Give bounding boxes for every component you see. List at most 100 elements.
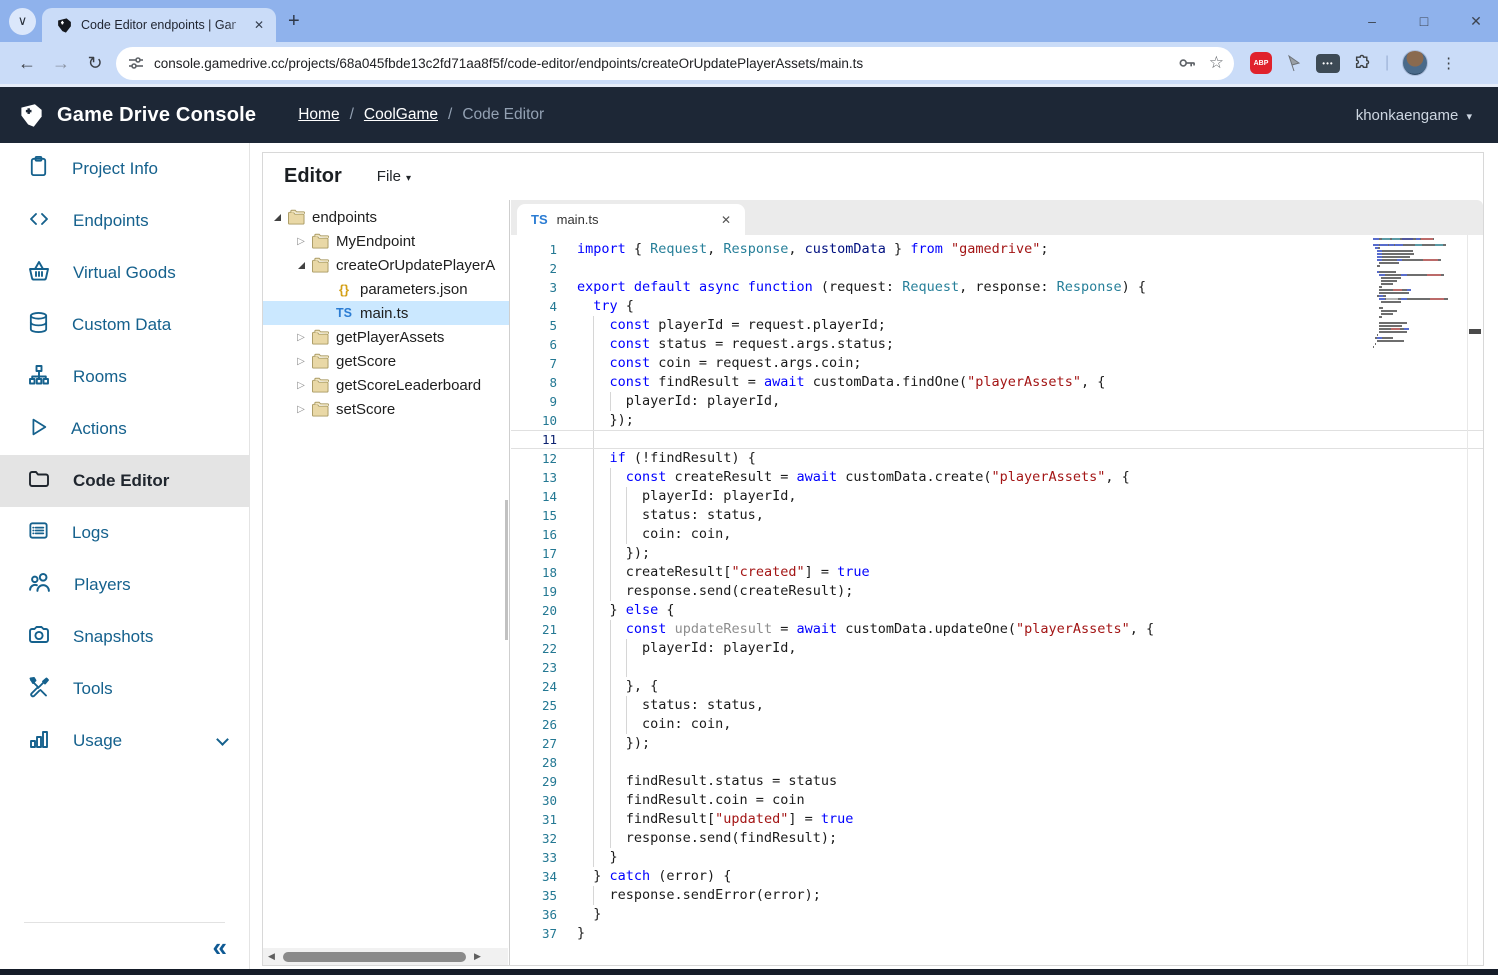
code-line-27[interactable]: 27 }); [511,734,1483,753]
sidebar-item-project-info[interactable]: Project Info [0,143,249,195]
code-line-19[interactable]: 19 response.send(createResult); [511,582,1483,601]
code-line-37[interactable]: 37} [511,924,1483,943]
sidebar-item-endpoints[interactable]: Endpoints [0,195,249,247]
url-text[interactable]: console.gamedrive.cc/projects/68a045fbde… [154,56,1165,71]
tree-horizontal-scrollbar[interactable]: ◀ ▶ [263,948,508,965]
code-line-9[interactable]: 9 playerId: playerId, [511,392,1483,411]
window-maximize-button[interactable]: □ [1402,0,1446,42]
address-bar[interactable]: console.gamedrive.cc/projects/68a045fbde… [116,47,1234,80]
code-line-34[interactable]: 34 } catch (error) { [511,867,1483,886]
code-line-28[interactable]: 28 [511,753,1483,772]
sidebar-collapse-icon[interactable]: « [213,932,227,963]
editor-tab-maints[interactable]: TS main.ts ✕ [517,204,745,235]
code-line-22[interactable]: 22 playerId: playerId, [511,639,1483,658]
forward-button[interactable]: → [44,46,78,80]
code-line-8[interactable]: 8 const findResult = await customData.fi… [511,373,1483,392]
code-line-30[interactable]: 30 findResult.coin = coin [511,791,1483,810]
sidebar-item-actions[interactable]: Actions [0,403,249,455]
scroll-right-icon[interactable]: ▶ [469,951,486,962]
browser-menu-icon[interactable]: ⋮ [1441,54,1456,72]
window-close-button[interactable]: ✕ [1454,0,1498,42]
site-settings-icon[interactable] [128,55,144,71]
reload-button[interactable]: ↻ [78,46,112,80]
bookmark-star-icon[interactable]: ☆ [1209,53,1224,73]
tree-expand-icon[interactable]: ▷ [293,236,309,247]
tree-item-getplayerassets[interactable]: ▷getPlayerAssets [263,325,509,349]
code-line-29[interactable]: 29 findResult.status = status [511,772,1483,791]
sidebar-item-custom-data[interactable]: Custom Data [0,299,249,351]
tree-expand-icon[interactable]: ▷ [293,404,309,415]
breadcrumb-project[interactable]: CoolGame [364,106,438,124]
back-button[interactable]: ← [10,46,44,80]
sidebar-item-rooms[interactable]: Rooms [0,351,249,403]
code-line-1[interactable]: 1import { Request, Response, customData … [511,240,1483,259]
code-line-32[interactable]: 32 response.send(findResult); [511,829,1483,848]
extensions-puzzle-icon[interactable] [1353,54,1372,73]
new-tab-button[interactable]: + [288,10,300,33]
scroll-left-icon[interactable]: ◀ [263,951,280,962]
tree-vertical-scrollbar[interactable] [505,500,508,640]
code-line-11[interactable]: 11 [511,430,1483,449]
sidebar-item-logs[interactable]: Logs [0,507,249,559]
code-line-35[interactable]: 35 response.sendError(error); [511,886,1483,905]
password-key-icon[interactable] [1177,53,1197,73]
tree-item-setscore[interactable]: ▷setScore [263,397,509,421]
breadcrumb-home[interactable]: Home [298,106,339,124]
sidebar-item-usage[interactable]: Usage [0,715,249,767]
code-line-21[interactable]: 21 const updateResult = await customData… [511,620,1483,639]
code-area[interactable]: 1import { Request, Response, customData … [511,235,1483,965]
code-line-33[interactable]: 33 } [511,848,1483,867]
file-menu-button[interactable]: File▾ [377,168,411,185]
code-line-15[interactable]: 15 status: status, [511,506,1483,525]
profile-avatar[interactable] [1402,50,1428,76]
scrollbar-thumb[interactable] [283,952,466,962]
sidebar-item-players[interactable]: Players [0,559,249,611]
code-line-7[interactable]: 7 const coin = request.args.coin; [511,354,1483,373]
code-line-12[interactable]: 12 if (!findResult) { [511,449,1483,468]
sidebar-item-snapshots[interactable]: Snapshots [0,611,249,663]
code-line-18[interactable]: 18 createResult["created"] = true [511,563,1483,582]
adblock-extension-icon[interactable]: ABP [1250,52,1272,74]
tree-item-createorupdateplayera[interactable]: createOrUpdatePlayerA [263,253,509,277]
overview-ruler[interactable] [1467,235,1483,965]
browser-tab[interactable]: Code Editor endpoints | GameD ✕ [42,8,276,42]
code-line-20[interactable]: 20 } else { [511,601,1483,620]
dots-extension-icon[interactable]: ••• [1316,54,1340,73]
sidebar-item-tools[interactable]: Tools [0,663,249,715]
code-line-17[interactable]: 17 }); [511,544,1483,563]
tree-expand-icon[interactable]: ▷ [293,356,309,367]
code-line-10[interactable]: 10 }); [511,411,1483,430]
tree-item-getscore[interactable]: ▷getScore [263,349,509,373]
tab-close-icon[interactable]: ✕ [717,211,735,229]
tree-expand-icon[interactable]: ▷ [293,380,309,391]
tree-collapse-icon[interactable] [293,262,309,269]
code-line-3[interactable]: 3export default async function (request:… [511,278,1483,297]
window-minimize-button[interactable]: – [1350,0,1394,42]
tab-search-button[interactable]: ∨ [9,8,36,35]
brand[interactable]: Game Drive Console [18,102,256,129]
arrow-extension-icon[interactable] [1285,54,1303,72]
code-line-4[interactable]: 4 try { [511,297,1483,316]
code-line-2[interactable]: 2 [511,259,1483,278]
sidebar-item-virtual-goods[interactable]: Virtual Goods [0,247,249,299]
tree-collapse-icon[interactable] [269,214,285,221]
code-line-25[interactable]: 25 status: status, [511,696,1483,715]
tree-item-endpoints[interactable]: endpoints [263,205,509,229]
tree-item-main-ts[interactable]: TSmain.ts [263,301,509,325]
minimap[interactable] [1373,238,1461,349]
code-line-26[interactable]: 26 coin: coin, [511,715,1483,734]
code-line-6[interactable]: 6 const status = request.args.status; [511,335,1483,354]
tree-item-parameters-json[interactable]: {}parameters.json [263,277,509,301]
code-line-16[interactable]: 16 coin: coin, [511,525,1483,544]
user-menu[interactable]: khonkaengame ▾ [1356,107,1472,124]
code-line-23[interactable]: 23 [511,658,1483,677]
code-line-13[interactable]: 13 const createResult = await customData… [511,468,1483,487]
code-line-5[interactable]: 5 const playerId = request.playerId; [511,316,1483,335]
tree-item-myendpoint[interactable]: ▷MyEndpoint [263,229,509,253]
tree-item-getscoreleaderboard[interactable]: ▷getScoreLeaderboard [263,373,509,397]
tab-close-icon[interactable]: ✕ [250,16,268,34]
sidebar-item-code-editor[interactable]: Code Editor [0,455,249,507]
code-line-36[interactable]: 36 } [511,905,1483,924]
code-line-31[interactable]: 31 findResult["updated"] = true [511,810,1483,829]
code-line-24[interactable]: 24 }, { [511,677,1483,696]
